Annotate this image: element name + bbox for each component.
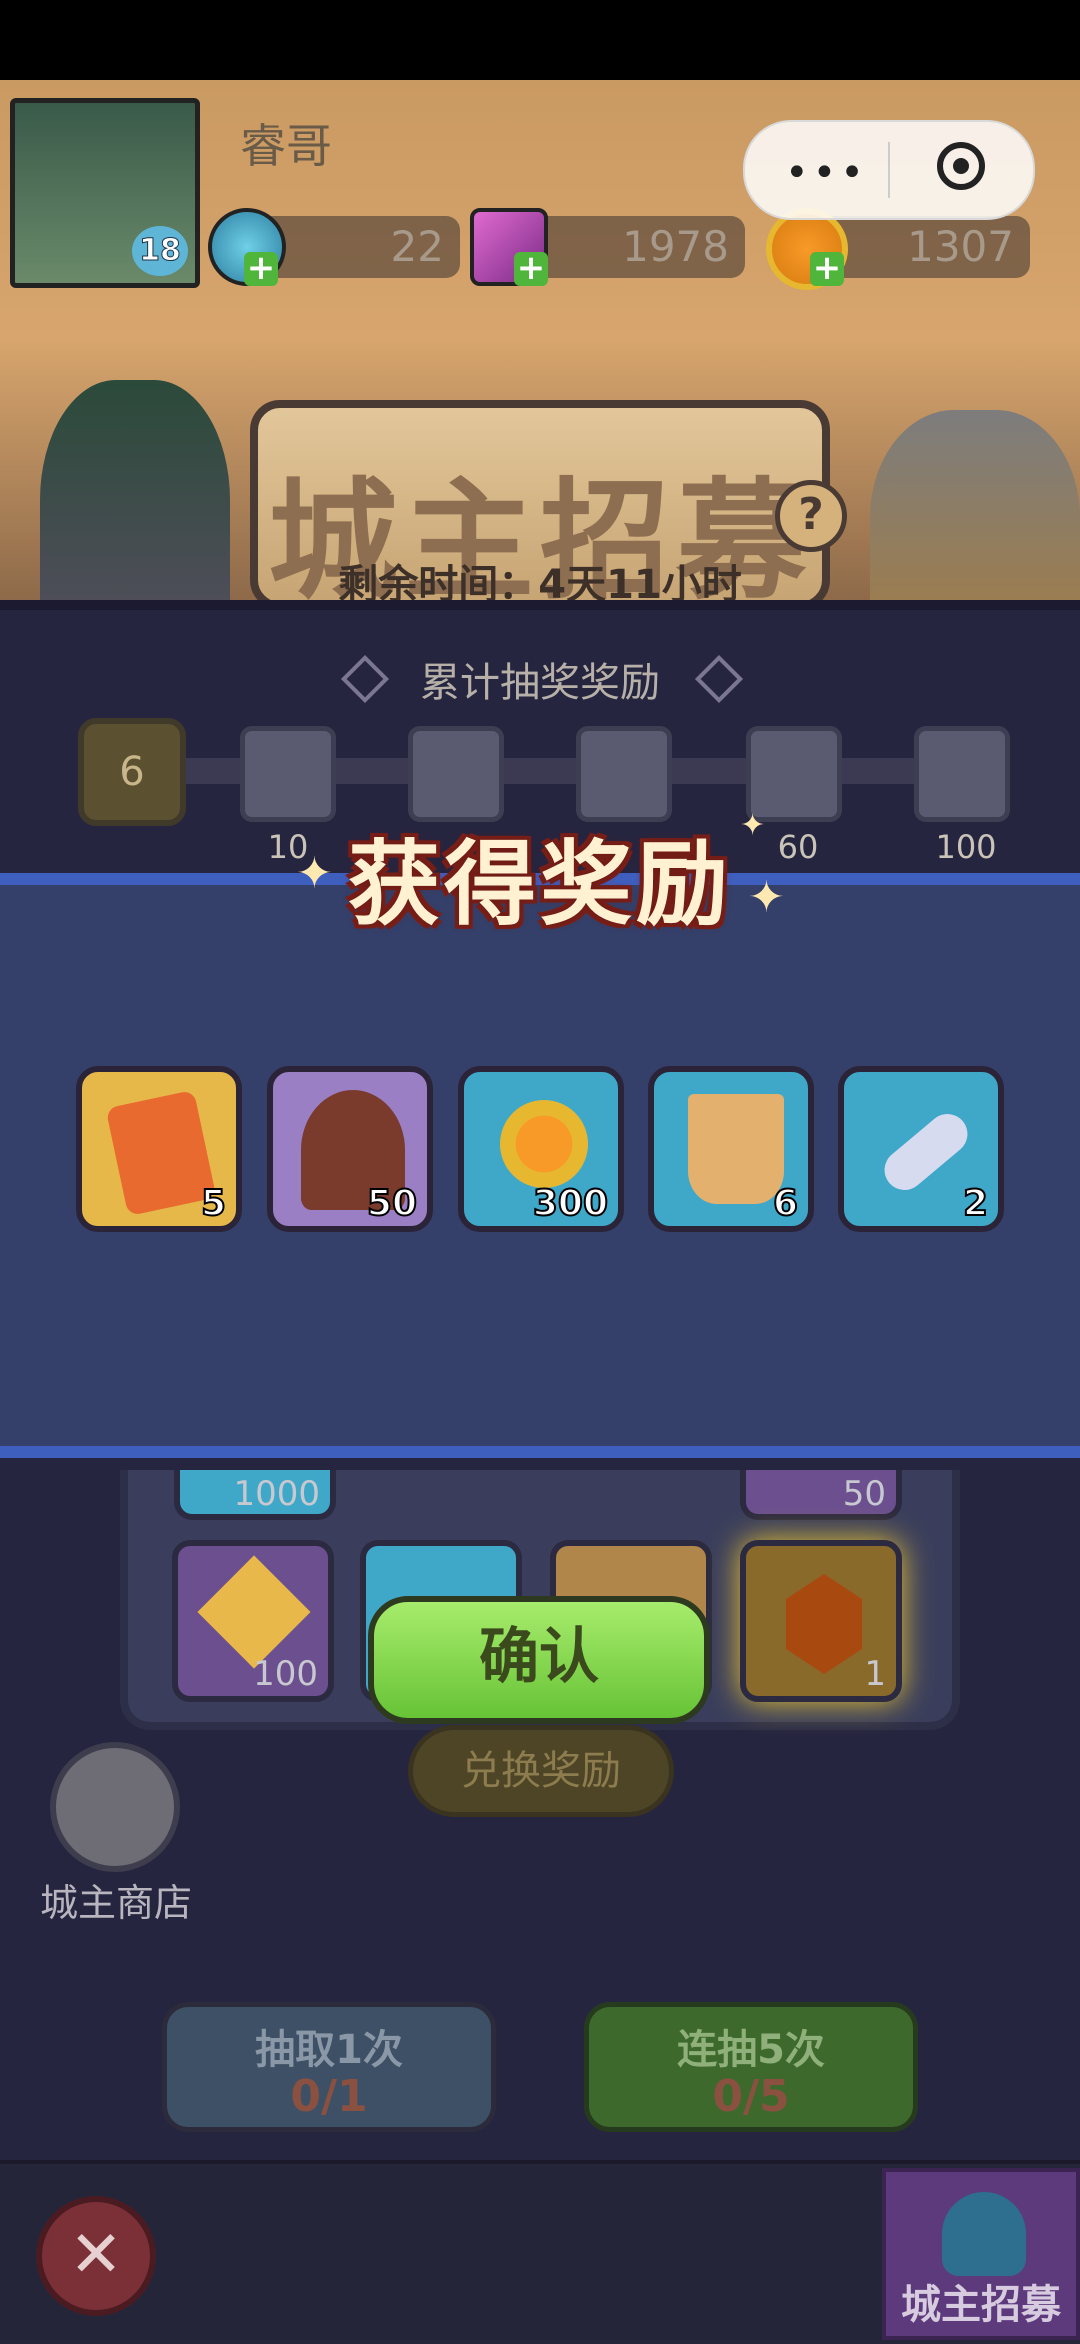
- sparkle-icon: ✦: [296, 848, 333, 899]
- sparkle-icon: ✦: [748, 872, 785, 923]
- pool-item-count: 1: [864, 1654, 886, 1694]
- reward-item[interactable]: 2: [838, 1066, 1004, 1232]
- reward-count: 300: [532, 1182, 609, 1225]
- reward-count: 5: [200, 1182, 227, 1225]
- player-name: 睿哥: [240, 119, 332, 173]
- draw-once-button[interactable]: 抽取1次 0/1: [162, 2002, 496, 2132]
- add-coins-button[interactable]: +: [810, 251, 844, 286]
- tab-lord-recruit[interactable]: 城主招募: [882, 2168, 1080, 2340]
- draw-five-count: 0/5: [712, 2071, 790, 2122]
- reward-item[interactable]: 300: [458, 1066, 624, 1232]
- confirm-button[interactable]: 确认: [368, 1596, 710, 1724]
- resource-crystals-value: 1978: [622, 222, 729, 271]
- capsule-divider: [888, 142, 890, 198]
- silver-key-icon: [876, 1105, 976, 1199]
- banner-scroll-icon: [688, 1094, 784, 1204]
- lord-shop-icon[interactable]: [50, 1742, 180, 1872]
- milestone-chest-icon[interactable]: [914, 726, 1010, 822]
- crown-shield-icon: [105, 1089, 217, 1217]
- milestone-chest-icon[interactable]: [408, 726, 504, 822]
- close-button[interactable]: ✕: [36, 2196, 156, 2316]
- player-level-badge: 18: [132, 226, 188, 276]
- exchange-reward-button[interactable]: 兑换奖励: [408, 1725, 674, 1817]
- lord-shop-label[interactable]: 城主商店: [26, 1872, 206, 1927]
- gold-coin-icon: [500, 1100, 588, 1188]
- reward-count: 2: [962, 1182, 989, 1225]
- status-bar: [0, 0, 1080, 80]
- close-miniprogram-icon[interactable]: [937, 142, 985, 190]
- draw-once-count: 0/1: [290, 2071, 368, 2122]
- sparkle-icon: ✦: [740, 808, 766, 843]
- add-gems-button[interactable]: +: [244, 251, 278, 286]
- mystery-puzzle-icon: [197, 1555, 311, 1669]
- milestone-chest-icon[interactable]: [576, 726, 672, 822]
- tab-lord-recruit-label: 城主招募: [901, 2282, 1061, 2328]
- reward-item[interactable]: 5: [76, 1066, 242, 1232]
- reward-item[interactable]: 6: [648, 1066, 814, 1232]
- resource-coins-value: 1307: [907, 222, 1014, 271]
- reward-count: 50: [366, 1182, 418, 1225]
- resource-gems-value: 22: [390, 222, 444, 271]
- amber-gem-icon: [786, 1574, 862, 1674]
- reward-item[interactable]: 50: [267, 1066, 433, 1232]
- help-button[interactable]: ?: [775, 480, 847, 552]
- pool-item-count: 1000: [233, 1474, 320, 1514]
- milestone-chest-icon[interactable]: [240, 726, 336, 822]
- pool-item-count: 50: [842, 1474, 886, 1514]
- more-menu-icon[interactable]: •••: [785, 150, 868, 196]
- pool-item[interactable]: 1: [740, 1540, 902, 1702]
- add-crystals-button[interactable]: +: [514, 251, 548, 286]
- draw-five-label: 连抽5次: [677, 2027, 825, 2073]
- time-left: 剩余时间：4天11小时: [338, 562, 742, 600]
- cumulative-reward-title: 累计抽奖奖励: [420, 660, 660, 706]
- pool-item[interactable]: 50: [740, 1470, 902, 1520]
- reward-popup-title: 获得奖励: [347, 831, 732, 938]
- recruit-cauldron-icon: [942, 2192, 1026, 2276]
- pool-item[interactable]: 100: [172, 1540, 334, 1702]
- draw-five-button[interactable]: 连抽5次 0/5: [584, 2002, 918, 2132]
- pool-item-count: 100: [253, 1654, 318, 1694]
- draw-once-label: 抽取1次: [255, 2027, 403, 2073]
- pool-item[interactable]: 1000: [174, 1470, 336, 1520]
- miniprogram-capsule: •••: [743, 120, 1035, 220]
- reward-count: 6: [772, 1182, 799, 1225]
